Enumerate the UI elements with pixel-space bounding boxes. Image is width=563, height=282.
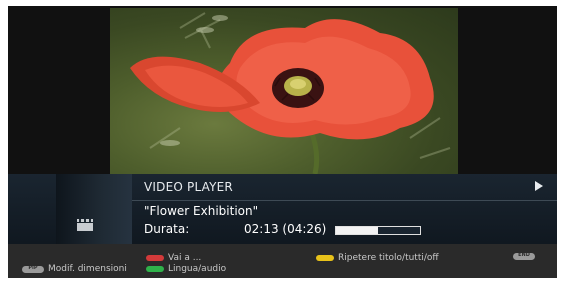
tv-screen: VIDEO PLAYER "Flower Exhibition" Durata:… <box>8 6 557 278</box>
pip-button[interactable]: PIP Modif. dimensioni <box>22 264 127 274</box>
progress-bar[interactable] <box>335 226 421 235</box>
clip-title: "Flower Exhibition" <box>144 204 259 218</box>
play-icon[interactable] <box>535 181 543 191</box>
red-key-icon <box>146 255 164 261</box>
yellow-label: Ripetere titolo/tutti/off <box>338 253 439 263</box>
video-area <box>8 6 557 174</box>
duration-label: Durata: <box>144 222 190 236</box>
pip-key-label: PIP <box>28 264 38 271</box>
yellow-key-icon <box>316 255 334 261</box>
green-key-icon <box>146 266 164 272</box>
player-header: VIDEO PLAYER <box>132 174 557 201</box>
clapperboard-icon <box>77 219 93 231</box>
green-label: Lingua/audio <box>168 264 227 274</box>
footer-bar: PIP Modif. dimensioni Vai a ... Lingua/a… <box>8 244 557 278</box>
red-label: Vai a ... <box>168 253 202 263</box>
media-type-panel <box>56 174 132 244</box>
info-panel: VIDEO PLAYER "Flower Exhibition" Durata:… <box>8 174 557 244</box>
video-frame[interactable] <box>110 8 458 174</box>
pip-key-icon: PIP <box>22 264 44 273</box>
player-title: VIDEO PLAYER <box>144 180 233 194</box>
red-button[interactable]: Vai a ... <box>146 253 201 263</box>
yellow-button[interactable]: Ripetere titolo/tutti/off <box>316 253 439 263</box>
end-key-label: END <box>518 252 530 258</box>
poppy-image <box>130 12 451 174</box>
duration-value: 02:13 (04:26) <box>244 222 327 236</box>
green-button[interactable]: Lingua/audio <box>146 264 226 274</box>
end-button[interactable]: END <box>513 252 539 260</box>
end-key-icon: END <box>513 252 535 260</box>
pip-label: Modif. dimensioni <box>48 264 127 274</box>
progress-fill <box>336 227 378 234</box>
